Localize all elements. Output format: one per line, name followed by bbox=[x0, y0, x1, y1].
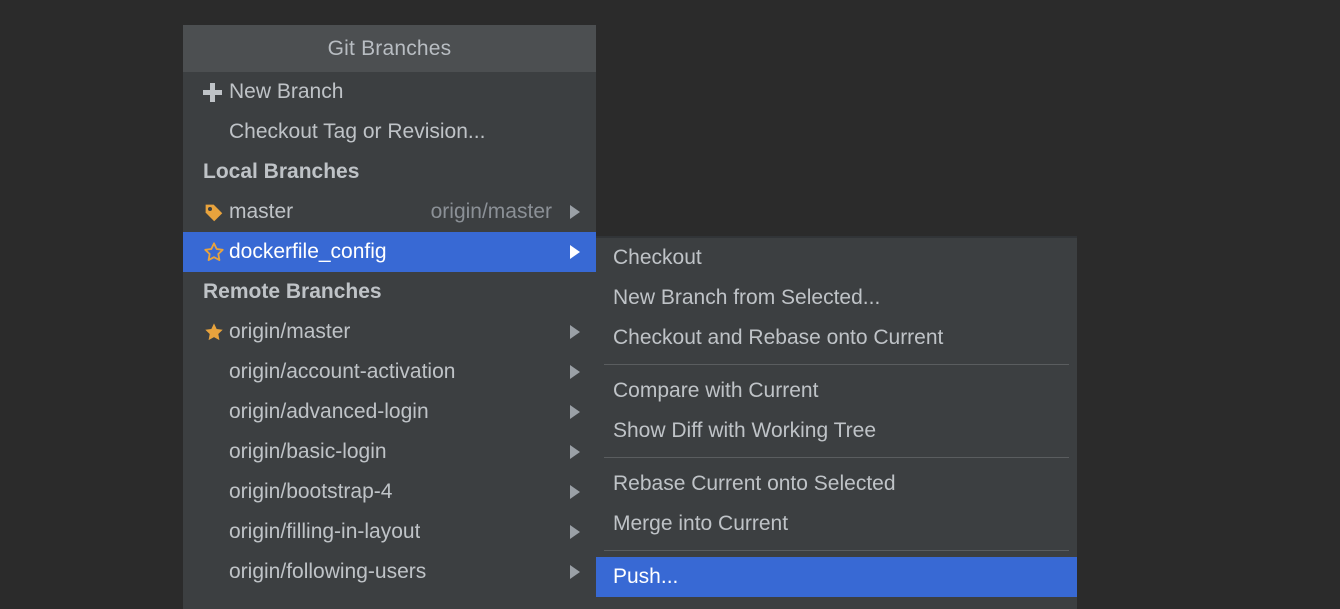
menu-separator bbox=[604, 550, 1069, 551]
remote-branch-row[interactable]: origin/filling-in-layout bbox=[183, 512, 596, 552]
remote-branch-label: origin/account-activation bbox=[229, 360, 455, 384]
context-menu-item[interactable]: Push... bbox=[596, 557, 1077, 597]
chevron-right-icon[interactable] bbox=[562, 484, 596, 500]
popup-action-label: Checkout Tag or Revision... bbox=[229, 120, 485, 144]
context-menu-item[interactable]: Merge into Current bbox=[596, 504, 1077, 544]
remote-branches-list: origin/master origin/account-activation or… bbox=[183, 312, 596, 592]
popup-action-label: New Branch bbox=[229, 80, 343, 104]
star-outline-icon bbox=[203, 239, 229, 265]
remote-branch-row[interactable]: origin/bootstrap-4 bbox=[183, 472, 596, 512]
chevron-right-icon[interactable] bbox=[562, 204, 596, 220]
chevron-right-icon[interactable] bbox=[562, 324, 596, 340]
remote-branch-row[interactable]: origin/master bbox=[183, 312, 596, 352]
blank-icon bbox=[203, 119, 229, 145]
menu-separator bbox=[604, 457, 1069, 458]
remote-branch-label: origin/bootstrap-4 bbox=[229, 480, 392, 504]
remote-branches-section-title: Remote Branches bbox=[183, 272, 596, 312]
local-branch-row[interactable]: dockerfile_config bbox=[183, 232, 596, 272]
context-menu-item[interactable]: Show Diff with Working Tree bbox=[596, 411, 1077, 451]
remote-branch-label: origin/basic-login bbox=[229, 440, 387, 464]
popup-action-row[interactable]: New Branch bbox=[183, 72, 596, 112]
chevron-right-icon[interactable] bbox=[562, 564, 596, 580]
chevron-right-icon[interactable] bbox=[562, 404, 596, 420]
chevron-right-icon[interactable] bbox=[562, 364, 596, 380]
remote-branch-label: origin/filling-in-layout bbox=[229, 520, 420, 544]
local-branches-list: master origin/master dockerfile_config bbox=[183, 192, 596, 272]
branch-context-menu: CheckoutNew Branch from Selected...Check… bbox=[596, 236, 1077, 609]
blank-icon bbox=[203, 359, 229, 385]
remote-branch-row[interactable]: origin/advanced-login bbox=[183, 392, 596, 432]
screen: Git Branches New Branch Checkout Tag or R… bbox=[0, 0, 1340, 609]
remote-branch-label: origin/master bbox=[229, 320, 350, 344]
blank-icon bbox=[203, 479, 229, 505]
remote-branch-label: origin/advanced-login bbox=[229, 400, 429, 424]
branch-tracking-label: origin/master bbox=[431, 200, 562, 224]
local-branch-label: dockerfile_config bbox=[229, 240, 387, 264]
popup-title: Git Branches bbox=[183, 25, 596, 72]
local-branch-label: master bbox=[229, 200, 293, 224]
context-menu-item[interactable]: Checkout bbox=[596, 238, 1077, 278]
star-filled-icon bbox=[203, 319, 229, 345]
remote-branch-row[interactable]: origin/account-activation bbox=[183, 352, 596, 392]
tag-icon bbox=[203, 199, 229, 225]
popup-actions-list: New Branch Checkout Tag or Revision... bbox=[183, 72, 596, 152]
context-menu-item[interactable]: New Branch from Selected... bbox=[596, 278, 1077, 318]
popup-action-row[interactable]: Checkout Tag or Revision... bbox=[183, 112, 596, 152]
remote-branch-label: origin/following-users bbox=[229, 560, 426, 584]
local-branches-section-title: Local Branches bbox=[183, 152, 596, 192]
chevron-right-icon[interactable] bbox=[562, 244, 596, 260]
blank-icon bbox=[203, 559, 229, 585]
blank-icon bbox=[203, 519, 229, 545]
chevron-right-icon[interactable] bbox=[562, 524, 596, 540]
remote-branch-row[interactable]: origin/basic-login bbox=[183, 432, 596, 472]
local-branch-row[interactable]: master origin/master bbox=[183, 192, 596, 232]
git-branches-popup: Git Branches New Branch Checkout Tag or R… bbox=[183, 25, 596, 609]
remote-branch-row[interactable]: origin/following-users bbox=[183, 552, 596, 592]
plus-icon bbox=[203, 79, 229, 105]
context-menu-item[interactable]: Rebase Current onto Selected bbox=[596, 464, 1077, 504]
context-menu-item[interactable]: Compare with Current bbox=[596, 371, 1077, 411]
blank-icon bbox=[203, 439, 229, 465]
chevron-right-icon[interactable] bbox=[562, 444, 596, 460]
menu-separator bbox=[604, 364, 1069, 365]
blank-icon bbox=[203, 399, 229, 425]
context-menu-item[interactable]: Checkout and Rebase onto Current bbox=[596, 318, 1077, 358]
